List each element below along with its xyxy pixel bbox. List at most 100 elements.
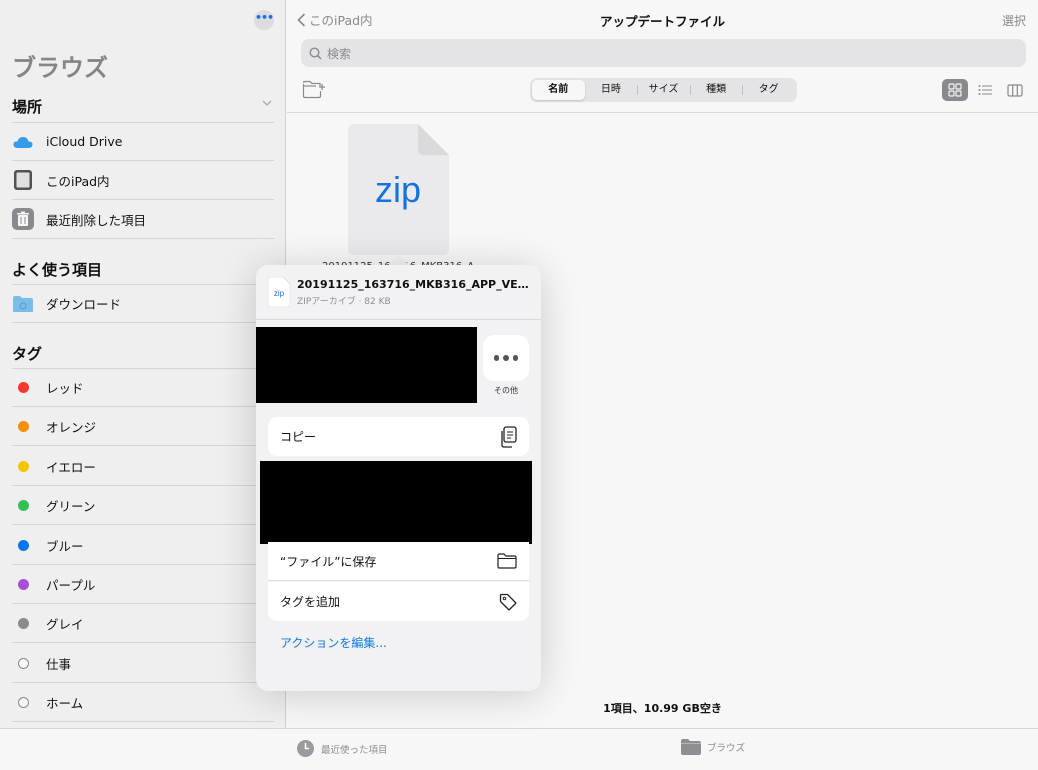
sort-segmented-control[interactable]: 名前 日時 サイズ 種類 タグ [530,78,797,102]
copy-icon [501,425,517,448]
ellipsis-dot [512,355,519,361]
back-button[interactable]: このiPad内 [297,10,373,29]
sidebar-item-label: オレンジ [46,419,97,435]
more-apps-label: その他 [494,386,518,395]
tags-header: タグ [12,345,43,363]
new-folder-button[interactable] [302,80,326,103]
locations-header[interactable]: 場所 [12,96,42,117]
icon-view-button[interactable] [942,79,968,101]
share-sheet: zip 20191125_163716_MKB316_APP_VER_1_2..… [256,265,541,691]
sidebar-item-label: レッド [46,381,84,396]
divider [287,112,1038,113]
clock-icon [297,740,314,757]
save-to-files-action[interactable]: “ファイル”に保存 [268,542,529,581]
sidebar-item-tag-work[interactable]: 仕事 [12,644,274,683]
column-view-button[interactable] [1002,79,1028,101]
trash-icon [12,208,34,230]
storage-status: 1項目、10.99 GB空き [603,702,722,715]
sidebar-item-label: グリーン [46,498,96,514]
tag-purple-dot-icon [12,573,34,595]
view-mode-toggles [938,79,1028,101]
list-icon [978,85,992,95]
sidebar-item-tag-green[interactable]: グリーン [12,486,274,525]
sidebar-item-label: iCloud Drive [46,134,123,149]
sort-by-kind[interactable]: 種類 [689,80,743,100]
tab-label: 最近使った項目 [321,744,388,756]
new-folder-icon [302,80,325,99]
sidebar-item-label: 仕事 [46,656,72,672]
sidebar-item-tag-red[interactable]: レッド [12,368,274,407]
tag-icon [499,593,517,610]
save-to-files-label: “ファイル”に保存 [280,554,377,569]
search-icon [309,46,322,60]
tag-gray-dot-icon [12,612,34,634]
sort-by-name[interactable]: 名前 [532,80,585,100]
tab-recents[interactable]: 最近使った項目 [296,739,388,758]
search-field[interactable]: 検索 [301,39,1026,67]
ellipsis-dot [493,355,500,361]
back-label: このiPad内 [309,13,373,28]
copy-label: コピー [280,430,317,444]
columns-icon [1007,83,1023,97]
sidebar-item-label: このiPad内 [46,173,110,189]
more-apps-button[interactable] [483,335,529,381]
page-title: アップデートファイル [599,14,725,29]
sidebar-item-tag-orange[interactable]: オレンジ [12,407,274,446]
folder-icon [497,553,517,569]
tag-yellow-dot-icon [12,455,34,477]
tab-label: ブラウズ [707,743,746,754]
tab-bar: 最近使った項目 ブラウズ [0,728,1038,770]
sidebar-item-label: グレイ [46,616,84,632]
add-tags-action[interactable]: タグを追加 [268,582,529,621]
tag-empty-dot-icon [12,652,34,674]
zip-icon-text: zip [375,169,421,210]
sidebar-item-tag-blue[interactable]: ブルー [12,526,274,565]
ellipsis-dot [503,355,509,361]
zip-file-icon: zip [268,277,290,307]
share-file-name: 20191125_163716_MKB316_APP_VER_1_2... [297,278,533,291]
grid-icon [948,83,962,97]
tag-blue-dot-icon [12,534,34,556]
tag-orange-dot-icon [12,415,34,437]
sidebar-item-tag-yellow[interactable]: イエロー [12,447,274,486]
sidebar-item-on-my-ipad[interactable]: このiPad内 [12,161,274,200]
sidebar-item-icloud-drive[interactable]: iCloud Drive [12,122,274,161]
redacted-app-row [256,327,477,403]
add-tags-label: タグを追加 [280,595,341,609]
sort-by-date[interactable]: 日時 [585,80,638,100]
share-file-meta: ZIPアーカイブ · 82 KB [297,297,391,307]
sidebar-item-label: ホーム [46,695,84,711]
zip-file-icon[interactable]: zip [348,124,449,255]
sidebar-item-downloads[interactable]: ダウンロード [12,284,274,323]
sidebar-item-tag-home[interactable]: ホーム [12,683,274,722]
tab-browse[interactable]: ブラウズ [681,739,745,755]
zip-icon-text: zip [274,289,285,298]
copy-action[interactable]: コピー [268,417,529,456]
redacted-actions [260,461,532,544]
chevron-left-icon [297,12,306,27]
sort-by-tag[interactable]: タグ [742,80,795,100]
more-options-button[interactable]: ••• [254,10,274,30]
list-view-button[interactable] [972,79,998,101]
search-placeholder: 検索 [327,46,352,61]
sidebar-title: ブラウズ [12,54,108,82]
downloads-folder-icon [12,293,34,315]
sidebar-item-label: パープル [46,577,96,593]
sidebar-item-label: ダウンロード [46,297,122,312]
icloud-icon [12,131,34,153]
folder-icon [681,739,701,755]
sidebar-item-tag-purple[interactable]: パープル [12,565,274,604]
sidebar-item-tag-gray[interactable]: グレイ [12,604,274,643]
sidebar-item-label: ブルー [46,538,84,554]
chevron-down-icon[interactable] [262,98,272,108]
edit-actions-link[interactable]: アクションを編集... [280,634,387,651]
tag-red-dot-icon [12,377,34,399]
sidebar: ••• ブラウズ 場所 iCloud Drive このiPad内 最近削除した項… [0,0,286,728]
sort-by-size[interactable]: サイズ [637,80,690,100]
favorites-header: よく使う項目 [12,261,103,279]
select-button[interactable]: 選択 [1002,12,1026,29]
sidebar-item-label: 最近削除した項目 [46,212,147,228]
tag-empty-dot-icon [12,691,34,713]
sidebar-item-recently-deleted[interactable]: 最近削除した項目 [12,200,274,239]
ipad-icon [12,169,34,191]
